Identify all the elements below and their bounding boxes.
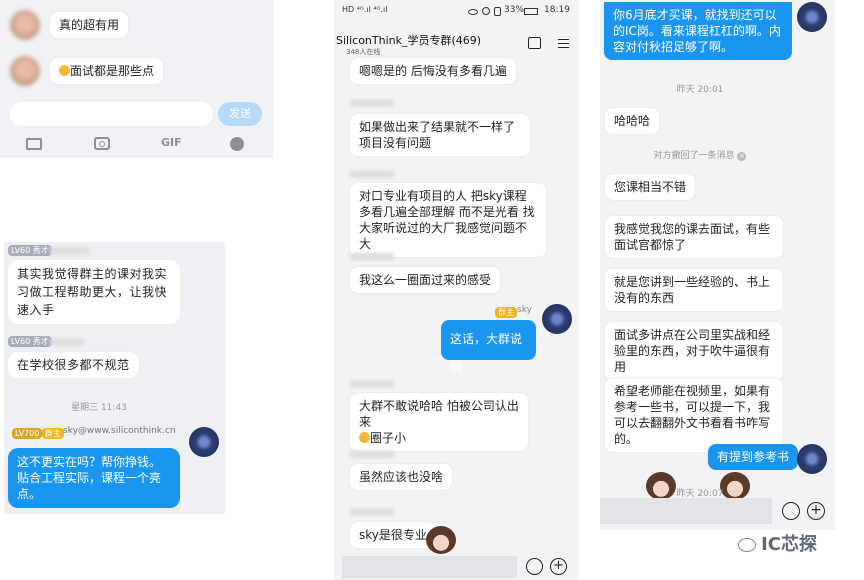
- add-button-icon[interactable]: +: [550, 558, 567, 575]
- blurred-username: [350, 508, 394, 516]
- sticker-avatar: [426, 526, 456, 554]
- message-bubble: 面试多讲点在公司里实战和经验里的东西，对于吹牛逼很有用: [605, 322, 783, 380]
- battery-icon: [524, 8, 538, 15]
- avatar: [189, 427, 219, 457]
- message-bubble: 大群不敢说哈哈 怕被公司认出来 圈子小: [350, 393, 528, 451]
- message-bubble: 我感觉我您的课去面试，有些面试官都惊了: [605, 216, 783, 258]
- emoji-icon: [359, 432, 370, 443]
- timestamp: 星期三 11:43: [71, 403, 127, 413]
- panel-chat-2: LV60 秀才 其实我觉得群主的课对我实习做工程帮助更大，让我快速入手 LV60…: [4, 242, 225, 514]
- panel-chat-1: 真的超有用 面试都是那些点 发送 GIF: [0, 0, 273, 158]
- message-bubble: 这不更实在吗？帮你挣钱。贴合工程实际，课程一个亮点。: [8, 448, 180, 508]
- battery-percent: 33%: [504, 5, 525, 15]
- recall-notice: 对方撤回了一条消息 ×: [653, 151, 747, 161]
- message-bubble: 真的超有用: [50, 12, 129, 38]
- message-input[interactable]: [10, 102, 213, 126]
- avatar: [10, 56, 40, 86]
- message-input[interactable]: [600, 498, 772, 524]
- message-bubble: 这话，大群说啊: [441, 320, 536, 374]
- message-bubble: 面试都是那些点: [50, 58, 164, 84]
- level-badge: LV700: [12, 428, 43, 439]
- emoji-icon: [59, 65, 70, 76]
- panel-chat-4: 你6月底才买课，就找到还可以的IC岗。看来课程杠杠的啊。内容对付秋招足够了啊。 …: [600, 0, 835, 530]
- camera-icon[interactable]: [94, 137, 110, 150]
- blurred-username: [350, 253, 394, 261]
- message-bubble: 我这么一圈面过来的感受: [350, 267, 501, 293]
- calendar-icon[interactable]: [528, 37, 541, 49]
- message-input[interactable]: [342, 556, 517, 578]
- avatar: [10, 10, 40, 40]
- message-bubble: 您课相当不错: [605, 174, 696, 200]
- blurred-username: [350, 99, 394, 107]
- online-count: 348人在线: [346, 48, 381, 56]
- level-badge: LV60 秀才: [8, 336, 52, 347]
- message-bubble: 哈哈哈: [605, 108, 660, 134]
- blurred-username: [50, 338, 84, 346]
- phone-chat: HD ⁴ᴳ.ıl ⁴ᴳ.ıl 33% 18:19 SiliconThink_学员…: [334, 0, 579, 580]
- signal-icon: HD ⁴ᴳ.ıl ⁴ᴳ.ıl: [342, 5, 388, 14]
- clock: 18:19: [544, 5, 570, 15]
- message-bubble: 在学校很多都不规范: [8, 352, 139, 378]
- avatar: [797, 2, 827, 32]
- add-button-icon[interactable]: +: [807, 502, 825, 520]
- message-bubble: 嗯嗯是的 后悔没有多看几遍: [350, 58, 516, 84]
- owner-badge: 群主: [42, 428, 64, 439]
- blurred-username: [350, 170, 394, 178]
- sender-email: sky@www.siliconthink.cn: [63, 426, 176, 436]
- image-icon[interactable]: [26, 138, 42, 150]
- blurred-username: [350, 450, 394, 458]
- status-bar: HD ⁴ᴳ.ıl ⁴ᴳ.ıl 33% 18:19: [334, 0, 579, 22]
- vibrate-icon: [494, 7, 501, 16]
- timestamp: 昨天 20:01: [676, 85, 724, 95]
- watermark: IC芯探: [738, 530, 817, 556]
- level-badge: LV60 秀才: [8, 245, 52, 256]
- close-icon[interactable]: ×: [737, 152, 747, 161]
- owner-name: sky: [517, 305, 532, 315]
- avatar: [542, 304, 572, 334]
- message-bubble: 希望老师能在视频里，如果有参考一些书，可以提一下，我可以去翻翻外文书看看书咋写的…: [605, 378, 783, 452]
- emoji-button-icon[interactable]: [526, 558, 543, 575]
- message-bubble: 其实我觉得群主的课对我实习做工程帮助更大，让我快速入手: [8, 260, 180, 324]
- menu-icon[interactable]: [558, 39, 569, 48]
- emoji-picker-icon[interactable]: [230, 137, 244, 151]
- message-bubble: 虽然应该也没啥: [350, 464, 453, 490]
- message-bubble: 对口专业有项目的人 把sky课程多看几遍全部理解 而不是光看 找大家听说过的大厂…: [350, 183, 546, 257]
- eye-icon: [468, 9, 478, 15]
- send-button[interactable]: 发送: [218, 102, 262, 126]
- blurred-username: [50, 247, 90, 255]
- alarm-icon: [482, 7, 490, 15]
- group-title[interactable]: SiliconThink_学员专群(469): [336, 32, 481, 48]
- emoji-button-icon[interactable]: [782, 502, 800, 520]
- blurred-username: [350, 380, 394, 388]
- wechat-icon: [738, 538, 756, 552]
- message-bubble: 有提到参考书: [708, 444, 799, 470]
- message-bubble: sky是很专业: [350, 522, 436, 548]
- message-bubble: 就是您讲到一些经验的、书上没有的东西: [605, 269, 783, 311]
- message-bubble: 如果做出来了结果就不一样了 项目没有问题: [350, 114, 530, 156]
- owner-badge: 群主: [495, 307, 517, 318]
- gif-icon[interactable]: GIF: [161, 136, 182, 149]
- avatar: [797, 444, 827, 474]
- message-bubble: 你6月底才买课，就找到还可以的IC岗。看来课程杠杠的啊。内容对付秋招足够了啊。: [604, 2, 792, 60]
